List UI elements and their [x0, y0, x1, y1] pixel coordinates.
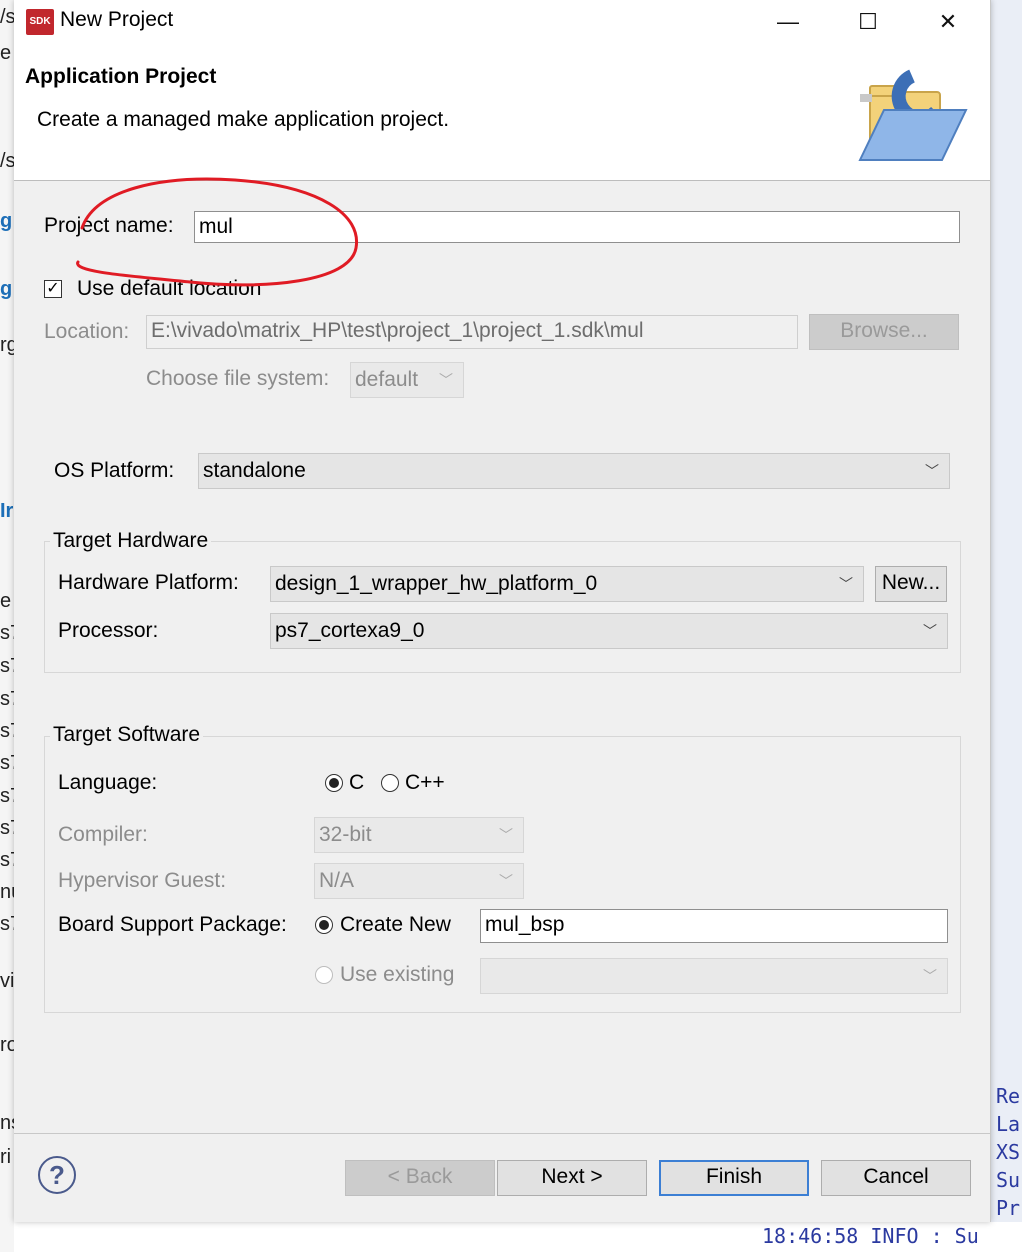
- chevron-down-icon: ﹀: [439, 372, 453, 388]
- chevron-down-icon: ﹀: [499, 827, 513, 843]
- hardware-platform-value: design_1_wrapper_hw_platform_0: [275, 572, 598, 595]
- language-cpp-radio[interactable]: [381, 774, 399, 792]
- project-name-label: Project name:: [44, 214, 174, 237]
- bsp-use-existing-radio[interactable]: [315, 966, 333, 984]
- bg-fragment: vi: [0, 970, 15, 992]
- bg-fragment: e: [0, 590, 12, 612]
- bg-fragment: ri: [0, 1146, 12, 1168]
- location-input[interactable]: E:\vivado\matrix_HP\test\project_1\proje…: [146, 315, 798, 349]
- bg-console-fragment: Pr: [996, 1196, 1021, 1220]
- compiler-value: 32-bit: [319, 823, 372, 846]
- help-icon[interactable]: ?: [38, 1156, 76, 1194]
- bg-fragment: g: [0, 278, 13, 300]
- hypervisor-guest-select[interactable]: N/A ﹀: [314, 863, 524, 899]
- file-system-value: default: [355, 368, 419, 391]
- bg-console-fragment: Re: [996, 1084, 1021, 1108]
- sdk-app-icon: SDK: [26, 9, 54, 35]
- file-system-select[interactable]: default ﹀: [350, 362, 464, 398]
- bg-console-fragment: Su: [996, 1168, 1021, 1192]
- browse-button[interactable]: Browse...: [809, 314, 959, 350]
- use-default-location-label: Use default location: [77, 277, 262, 300]
- maximize-button[interactable]: ☐: [848, 6, 888, 38]
- wizard-description: Create a managed make application projec…: [37, 108, 450, 131]
- target-hardware-group: [44, 541, 961, 673]
- compiler-label: Compiler:: [58, 823, 148, 846]
- wizard-header: Application Project Create a managed mak…: [14, 44, 990, 181]
- chevron-down-icon: ﹀: [923, 623, 937, 639]
- next-button[interactable]: Next >: [497, 1160, 647, 1196]
- processor-select[interactable]: ps7_cortexa9_0 ﹀: [270, 613, 948, 649]
- footer-separator: [14, 1133, 990, 1134]
- bsp-existing-select[interactable]: ﹀: [480, 958, 948, 994]
- wizard-title: Application Project: [25, 65, 217, 88]
- background-app-right-strip: Re La XS Su Pr: [990, 0, 1022, 1252]
- bg-fragment: e: [0, 42, 12, 64]
- bsp-name-input[interactable]: mul_bsp: [480, 909, 948, 943]
- compiler-select[interactable]: 32-bit ﹀: [314, 817, 524, 853]
- console-log-line: 18:46:58 INFO : Su: [762, 1224, 979, 1248]
- close-button[interactable]: ✕: [928, 6, 968, 38]
- os-platform-select[interactable]: standalone ﹀: [198, 453, 950, 489]
- window-title: New Project: [60, 8, 174, 31]
- location-label: Location:: [44, 320, 130, 343]
- hypervisor-guest-value: N/A: [319, 869, 355, 892]
- language-c-radio[interactable]: [325, 774, 343, 792]
- file-system-label: Choose file system:: [146, 367, 330, 390]
- language-c-label: C: [349, 771, 365, 794]
- target-software-title: Target Software: [50, 723, 204, 747]
- minimize-button[interactable]: —: [768, 6, 808, 38]
- hardware-platform-label: Hardware Platform:: [58, 571, 239, 594]
- back-button[interactable]: < Back: [345, 1160, 495, 1196]
- project-name-input[interactable]: mul: [194, 211, 960, 243]
- bsp-create-new-radio[interactable]: [315, 916, 333, 934]
- hypervisor-guest-label: Hypervisor Guest:: [58, 869, 227, 892]
- os-platform-label: OS Platform:: [54, 459, 175, 482]
- c-project-folder-icon: [858, 69, 968, 161]
- chevron-down-icon: ﹀: [923, 968, 937, 984]
- bsp-use-existing-label: Use existing: [340, 963, 455, 986]
- hardware-platform-select[interactable]: design_1_wrapper_hw_platform_0 ﹀: [270, 566, 864, 602]
- bg-console-fragment: La: [996, 1112, 1021, 1136]
- bsp-create-new-label: Create New: [340, 913, 451, 936]
- bg-fragment: g: [0, 210, 13, 232]
- new-hardware-platform-button[interactable]: New...: [875, 566, 947, 602]
- cancel-button[interactable]: Cancel: [821, 1160, 971, 1196]
- chevron-down-icon: ﹀: [839, 576, 853, 592]
- background-app-left-strip: /s e /s g g rg Ir e s7 s7 s7 s7 s7 s7 s7…: [0, 0, 22, 1252]
- finish-button[interactable]: Finish: [659, 1160, 809, 1196]
- bg-fragment: Ir: [0, 500, 14, 522]
- language-cpp-label: C++: [405, 771, 445, 794]
- chevron-down-icon: ﹀: [925, 463, 939, 479]
- title-bar: SDK New Project — ☐ ✕: [14, 0, 990, 44]
- chevron-down-icon: ﹀: [499, 873, 513, 889]
- language-label: Language:: [58, 771, 158, 794]
- use-default-location-checkbox[interactable]: ✓: [44, 280, 62, 298]
- processor-value: ps7_cortexa9_0: [275, 619, 425, 642]
- bg-console-fragment: XS: [996, 1140, 1021, 1164]
- os-platform-value: standalone: [203, 459, 306, 482]
- new-project-dialog: SDK New Project — ☐ ✕ Application Projec…: [14, 0, 991, 1222]
- target-hardware-title: Target Hardware: [50, 529, 212, 553]
- bsp-label: Board Support Package:: [58, 913, 287, 936]
- processor-label: Processor:: [58, 619, 159, 642]
- background-console-log: 18:46:58 INFO : Su: [740, 1222, 1022, 1252]
